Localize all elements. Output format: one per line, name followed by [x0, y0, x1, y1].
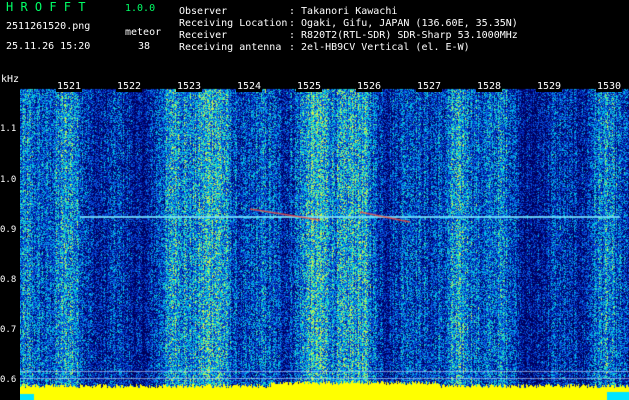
antenna-label: Receiving antenna	[179, 42, 282, 53]
spectrogram	[20, 79, 629, 400]
y-axis-unit: kHz	[1, 74, 20, 85]
receiver-label: Receiver	[179, 30, 228, 41]
file-timestamp: 25.11.26 15:20	[6, 41, 91, 52]
observer-label: Observer	[179, 6, 228, 17]
location-value: : Ogaki, Gifu, JAPAN (136.60E, 35.35N)	[289, 18, 518, 29]
y-tick: 1.0	[0, 175, 17, 185]
x-tick: 1530	[596, 81, 623, 92]
x-tick: 1529	[536, 81, 563, 92]
x-tick: 1526	[356, 81, 383, 92]
file-name: 2511261520.png	[6, 21, 91, 32]
y-tick: 0.6	[0, 375, 17, 385]
y-tick: 0.7	[0, 325, 17, 335]
time-axis: 1521 1522 1523 1524 1525 1526 1527 1528 …	[20, 79, 629, 93]
x-tick: 1523	[176, 81, 203, 92]
y-tick: 1.1	[0, 124, 17, 134]
receiver-value: : R820T2(RTL-SDR) SDR-Sharp 53.1000MHz	[289, 30, 518, 41]
x-tick: 1527	[416, 81, 443, 92]
location-label: Receiving Location	[179, 18, 288, 29]
antenna-value: : 2el-HB9CV Vertical (el. E-W)	[289, 42, 470, 53]
y-tick: 0.9	[0, 225, 17, 235]
y-tick: 0.8	[0, 275, 17, 285]
detection-count: 38	[138, 41, 151, 52]
x-tick: 1524	[236, 81, 263, 92]
x-tick: 1528	[476, 81, 503, 92]
spectrogram-canvas	[20, 79, 629, 400]
detection-label: meteor	[125, 27, 162, 38]
x-tick: 1525	[296, 81, 323, 92]
x-tick: 1522	[116, 81, 143, 92]
x-tick: 1521	[56, 81, 83, 92]
observer-value: : Takanori Kawachi	[289, 6, 398, 17]
app-version: 1.0.0	[125, 3, 156, 14]
app-title: H R O F F T	[6, 0, 86, 14]
